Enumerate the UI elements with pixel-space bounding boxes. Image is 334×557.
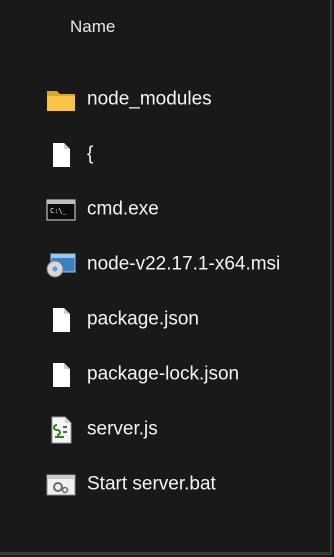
javascript-file-icon: [46, 416, 76, 443]
file-name: package-lock.json: [87, 363, 240, 385]
file-row-package-lock-json[interactable]: package-lock.json: [0, 347, 330, 402]
file-row-package-json[interactable]: package.json: [0, 292, 330, 347]
file-icon: [46, 307, 76, 333]
file-row-brace[interactable]: {: [0, 127, 330, 182]
file-name: {: [87, 143, 94, 165]
file-name: package.json: [87, 308, 199, 330]
cmd-icon: C:\_: [46, 197, 76, 223]
file-row-node-modules[interactable]: node_modules: [0, 72, 330, 127]
batch-file-icon: [46, 472, 76, 498]
file-name: server.js: [87, 418, 158, 440]
file-explorer-window: Name node_modules {C:\_ cmd.exe node-v2…: [0, 0, 332, 555]
file-row-start-server-bat[interactable]: Start server.bat: [0, 457, 330, 512]
file-name: node_modules: [87, 88, 212, 110]
name-column-header[interactable]: Name: [70, 17, 115, 37]
file-name: cmd.exe: [87, 198, 159, 220]
svg-text:C:\_: C:\_: [50, 207, 68, 215]
file-list: node_modules { C:\_ cmd.exe node-v22.17.…: [0, 72, 330, 512]
file-row-node-installer[interactable]: node-v22.17.1-x64.msi: [0, 237, 330, 292]
folder-icon: [46, 87, 76, 113]
installer-icon: [46, 252, 76, 278]
file-row-server-js[interactable]: server.js: [0, 402, 330, 457]
file-name: Start server.bat: [87, 473, 216, 495]
file-icon: [46, 142, 76, 168]
file-name: node-v22.17.1-x64.msi: [87, 253, 281, 275]
file-row-cmd[interactable]: C:\_ cmd.exe: [0, 182, 330, 237]
file-icon: [46, 362, 76, 388]
